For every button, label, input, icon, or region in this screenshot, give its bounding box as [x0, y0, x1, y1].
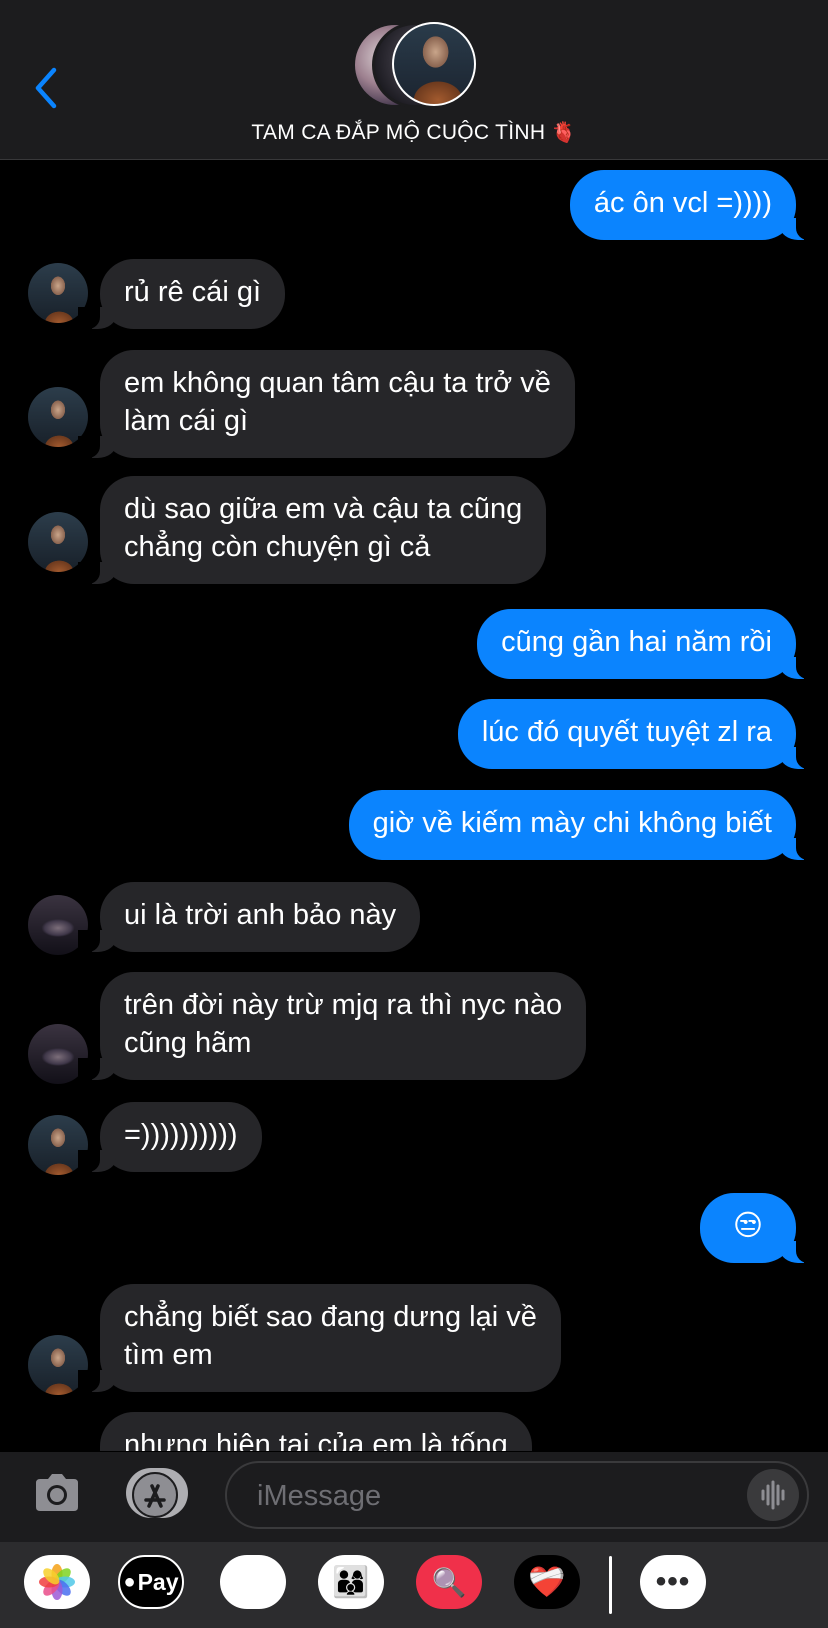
message-field[interactable]	[225, 1461, 809, 1529]
animoji-button[interactable]: 🐵	[220, 1555, 286, 1609]
audio-message-button[interactable]	[747, 1469, 799, 1521]
apple-pay-label: Pay	[137, 1568, 179, 1595]
message-incoming[interactable]: em không quan tâm cậu ta trở về làm cái …	[78, 350, 575, 458]
compose-bar	[0, 1452, 828, 1542]
photos-app-button[interactable]	[24, 1555, 90, 1609]
chat-header: TAM CA ĐẮP MỘ CUỘC TÌNH 🫀	[0, 0, 828, 160]
anatomical-heart-icon: 🫀	[551, 122, 577, 144]
digital-touch-button[interactable]: ❤️‍🩹	[514, 1555, 580, 1609]
message-incoming[interactable]: =))))))))))	[78, 1102, 262, 1172]
photos-icon	[39, 1564, 75, 1600]
message-incoming[interactable]: rủ rê cái gì	[78, 259, 285, 329]
monkey-icon: 🐵	[233, 1563, 273, 1601]
memoji-button[interactable]: 👨‍👩‍👦	[318, 1555, 384, 1609]
chat-title-text: TAM CA ĐẮP MỘ CUỘC TÌNH	[251, 121, 546, 144]
search-globe-icon: 🔍	[431, 1566, 467, 1598]
message-incoming[interactable]: nhưng hiện tại của em là tống	[100, 1412, 532, 1451]
message-outgoing-emoji[interactable]: 😒	[700, 1193, 818, 1263]
group-avatar-3	[392, 22, 476, 106]
more-apps-button[interactable]: •••	[640, 1555, 706, 1609]
more-icon: •••	[655, 1565, 691, 1598]
app-store-icon	[132, 1472, 178, 1518]
message-incoming[interactable]: ui là trời anh bảo này	[77, 882, 421, 952]
app-store-button[interactable]	[126, 1468, 188, 1518]
apple-icon: ●	[123, 1570, 136, 1593]
message-input[interactable]	[255, 1475, 719, 1517]
message-outgoing[interactable]: ác ôn vcl =))))	[569, 170, 819, 240]
memoji-icon: 👨‍👩‍👦	[332, 1565, 370, 1599]
image-search-button[interactable]: 🔍	[416, 1555, 482, 1609]
camera-icon[interactable]	[32, 1471, 82, 1515]
message-incoming[interactable]: trên đời này trừ mjq ra thì nyc nào cũng…	[77, 972, 587, 1080]
apple-pay-button[interactable]: ● Pay	[118, 1555, 184, 1609]
back-chevron-icon[interactable]	[32, 66, 62, 110]
chat-title[interactable]: TAM CA ĐẮP MỘ CUỘC TÌNH 🫀	[0, 120, 828, 145]
message-outgoing[interactable]: giờ về kiếm mày chi không biết	[348, 790, 819, 860]
drawer-divider	[609, 1556, 612, 1614]
waveform-icon	[761, 1480, 785, 1510]
message-outgoing[interactable]: cũng gần hai năm rồi	[477, 609, 818, 679]
message-outgoing[interactable]: lúc đó quyết tuyệt zl ra	[457, 699, 819, 769]
app-drawer: ● Pay 🐵 👨‍👩‍👦 🔍 ❤️‍🩹 •••	[0, 1542, 828, 1628]
group-avatars[interactable]	[352, 22, 478, 108]
message-incoming[interactable]: chẳng biết sao đang dưng lại về tìm em	[78, 1284, 561, 1392]
message-incoming[interactable]: dù sao giữa em và cậu ta cũng chẳng còn …	[77, 476, 547, 584]
heart-bandage-icon: ❤️‍🩹	[528, 1565, 566, 1599]
message-list[interactable]: ác ôn vcl =)))) rủ rê cái gì em không qu…	[0, 160, 828, 1451]
